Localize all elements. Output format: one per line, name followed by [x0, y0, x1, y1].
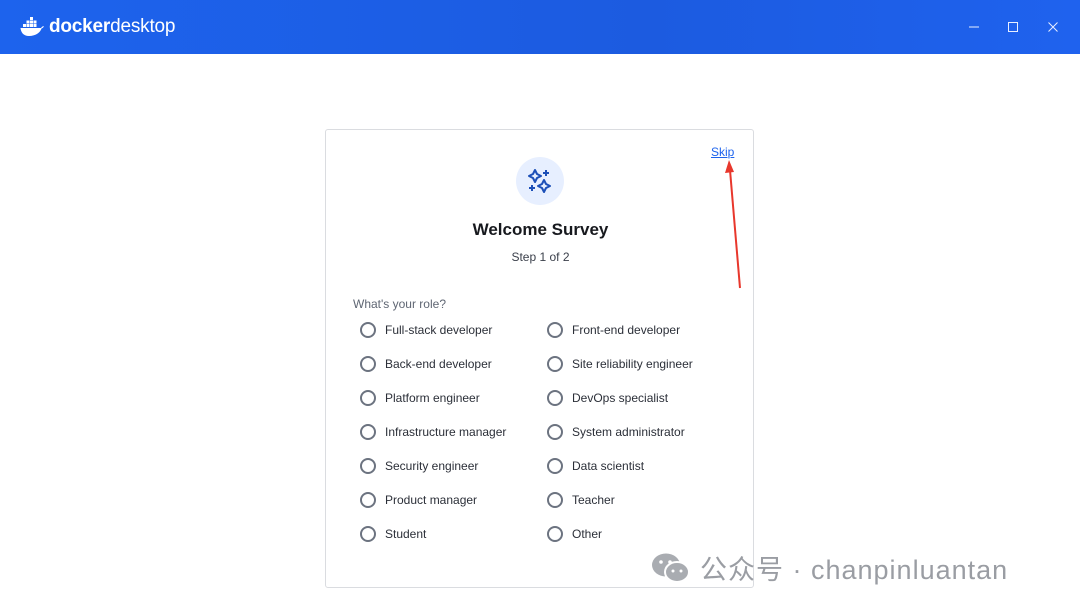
role-option-label: DevOps specialist — [572, 391, 669, 405]
minimize-icon — [969, 26, 979, 28]
role-option-product-manager[interactable]: Product manager — [360, 489, 477, 511]
radio-button[interactable] — [547, 526, 563, 542]
wechat-icon — [652, 553, 690, 583]
radio-button[interactable] — [360, 424, 376, 440]
survey-icon-badge — [516, 157, 564, 205]
role-option-label: Full-stack developer — [385, 323, 493, 337]
sparkles-icon — [528, 169, 551, 193]
role-options: Full-stack developer Back-end developer … — [360, 319, 740, 559]
role-option-label: Infrastructure manager — [385, 425, 507, 439]
survey-title: Welcome Survey — [472, 220, 609, 239]
watermark-text: 公众号 · chanpinluantan — [700, 555, 1009, 585]
role-option-label: Product manager — [385, 493, 478, 507]
radio-button[interactable] — [547, 458, 563, 474]
role-option-back-end-developer[interactable]: Back-end developer — [360, 353, 492, 375]
role-option-label: System administrator — [572, 425, 685, 439]
role-option-label: Other — [572, 527, 603, 541]
welcome-survey-card: Skip Welcome Survey Step 1 of 2 What's y… — [325, 129, 754, 588]
role-option-security-engineer[interactable]: Security engineer — [360, 455, 478, 477]
role-option-infrastructure-manager[interactable]: Infrastructure manager — [360, 421, 506, 443]
title-bar: dockerdesktop — [0, 0, 1080, 54]
watermark: 公众号 · chanpinluantan — [650, 548, 1008, 587]
role-option-label: Teacher — [572, 493, 615, 507]
survey-step-indicator: Step 1 of 2 — [511, 250, 570, 264]
radio-button[interactable] — [360, 492, 376, 508]
role-option-devops-specialist[interactable]: DevOps specialist — [547, 387, 668, 409]
radio-button[interactable] — [547, 390, 563, 406]
skip-link[interactable]: Skip — [711, 145, 734, 159]
close-icon — [1048, 22, 1058, 32]
role-option-label: Data scientist — [572, 459, 645, 473]
radio-button[interactable] — [360, 322, 376, 338]
role-option-teacher[interactable]: Teacher — [547, 489, 615, 511]
docker-whale-icon — [20, 17, 44, 36]
radio-button[interactable] — [547, 424, 563, 440]
role-question-label: What's your role? — [353, 297, 446, 311]
role-option-front-end-developer[interactable]: Front-end developer — [547, 319, 680, 341]
role-option-student[interactable]: Student — [360, 523, 426, 545]
radio-button[interactable] — [360, 526, 376, 542]
radio-button[interactable] — [547, 492, 563, 508]
radio-button[interactable] — [360, 390, 376, 406]
app-title: dockerdesktop — [49, 16, 176, 37]
role-option-label: Student — [385, 527, 427, 541]
role-option-label: Back-end developer — [385, 357, 492, 371]
role-option-full-stack-developer[interactable]: Full-stack developer — [360, 319, 492, 341]
role-option-other[interactable]: Other — [547, 523, 602, 545]
radio-button[interactable] — [547, 322, 563, 338]
role-option-site-reliability-engineer[interactable]: Site reliability engineer — [547, 353, 693, 375]
maximize-icon — [1008, 22, 1018, 32]
maximize-button[interactable] — [998, 12, 1028, 42]
radio-button[interactable] — [360, 458, 376, 474]
role-option-label: Site reliability engineer — [572, 357, 693, 371]
close-button[interactable] — [1038, 12, 1068, 42]
minimize-button[interactable] — [959, 12, 989, 42]
role-option-system-administrator[interactable]: System administrator — [547, 421, 685, 443]
docker-desktop-logo: dockerdesktop — [20, 16, 175, 38]
role-option-label: Front-end developer — [572, 323, 681, 337]
radio-button[interactable] — [547, 356, 563, 372]
role-option-label: Platform engineer — [385, 391, 480, 405]
role-option-label: Security engineer — [385, 459, 479, 473]
role-option-platform-engineer[interactable]: Platform engineer — [360, 387, 480, 409]
role-option-data-scientist[interactable]: Data scientist — [547, 455, 644, 477]
radio-button[interactable] — [360, 356, 376, 372]
